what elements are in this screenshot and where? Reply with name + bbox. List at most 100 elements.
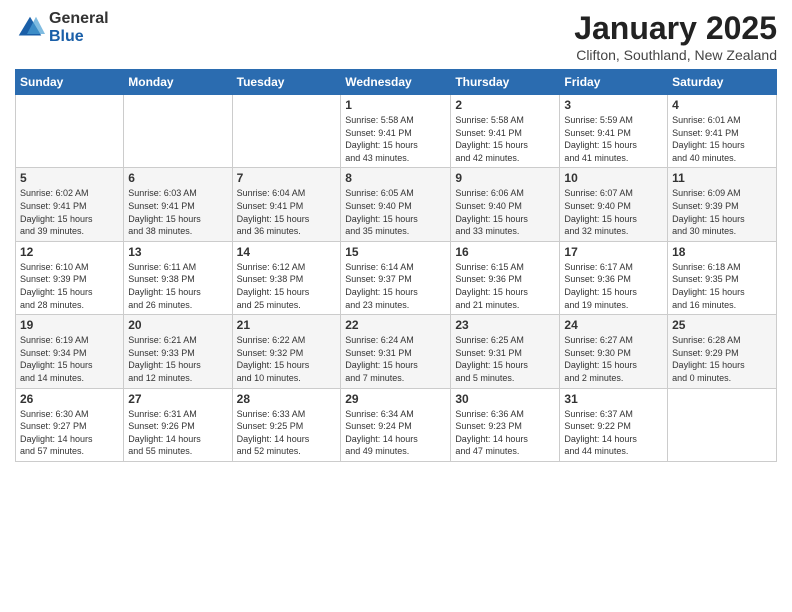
day-info: Sunrise: 6:28 AM Sunset: 9:29 PM Dayligh… (672, 334, 772, 384)
day-info: Sunrise: 6:06 AM Sunset: 9:40 PM Dayligh… (455, 187, 555, 237)
col-monday: Monday (124, 70, 232, 95)
day-info: Sunrise: 6:05 AM Sunset: 9:40 PM Dayligh… (345, 187, 446, 237)
calendar-table: Sunday Monday Tuesday Wednesday Thursday… (15, 69, 777, 462)
col-sunday: Sunday (16, 70, 124, 95)
day-number: 1 (345, 98, 446, 112)
calendar-cell: 27 Sunrise: 6:31 AM Sunset: 9:26 PM Dayli… (124, 388, 232, 461)
day-number: 20 (128, 318, 227, 332)
calendar-cell: 1 Sunrise: 5:58 AM Sunset: 9:41 PM Daylig… (341, 95, 451, 168)
day-number: 19 (20, 318, 119, 332)
day-info: Sunrise: 6:02 AM Sunset: 9:41 PM Dayligh… (20, 187, 119, 237)
day-number: 7 (237, 171, 337, 185)
day-info: Sunrise: 6:12 AM Sunset: 9:38 PM Dayligh… (237, 261, 337, 311)
calendar-cell: 31Sunrise: 6:37 AM Sunset: 9:22 PM Dayli… (560, 388, 668, 461)
calendar-cell: 7Sunrise: 6:04 AM Sunset: 9:41 PM Daylig… (232, 168, 341, 241)
day-number: 4 (672, 98, 772, 112)
day-number: 26 (20, 392, 119, 406)
logo-text: General Blue (49, 10, 109, 45)
calendar-cell: 29Sunrise: 6:34 AM Sunset: 9:24 PM Dayli… (341, 388, 451, 461)
calendar-cell: 23Sunrise: 6:25 AM Sunset: 9:31 PM Dayli… (451, 315, 560, 388)
header: General Blue January 2025 Clifton, South… (15, 10, 777, 63)
day-info: Sunrise: 6:19 AM Sunset: 9:34 PM Dayligh… (20, 334, 119, 384)
day-number: 10 (564, 171, 663, 185)
calendar-cell: 26 Sunrise: 6:30 AM Sunset: 9:27 PM Dayli… (16, 388, 124, 461)
calendar-cell: 13 Sunrise: 6:11 AM Sunset: 9:38 PM Dayli… (124, 241, 232, 314)
day-info: Sunrise: 5:58 AM Sunset: 9:41 PM Dayligh… (455, 114, 555, 164)
day-number: 25 (672, 318, 772, 332)
col-thursday: Thursday (451, 70, 560, 95)
day-number: 9 (455, 171, 555, 185)
calendar-subtitle: Clifton, Southland, New Zealand (574, 47, 777, 63)
calendar-cell: 15 Sunrise: 6:14 AM Sunset: 9:37 PM Dayli… (341, 241, 451, 314)
day-number: 30 (455, 392, 555, 406)
logo-blue-text: Blue (49, 28, 109, 46)
day-info: Sunrise: 5:59 AM Sunset: 9:41 PM Dayligh… (564, 114, 663, 164)
day-info: Sunrise: 6:22 AM Sunset: 9:32 PM Dayligh… (237, 334, 337, 384)
calendar-cell: 28 Sunrise: 6:33 AM Sunset: 9:25 PM Dayli… (232, 388, 341, 461)
header-row: Sunday Monday Tuesday Wednesday Thursday… (16, 70, 777, 95)
calendar-cell (232, 95, 341, 168)
day-info: Sunrise: 5:58 AM Sunset: 9:41 PM Dayligh… (345, 114, 446, 164)
day-number: 3 (564, 98, 663, 112)
calendar-cell (124, 95, 232, 168)
day-number: 22 (345, 318, 446, 332)
day-info: Sunrise: 6:09 AM Sunset: 9:39 PM Dayligh… (672, 187, 772, 237)
day-info: Sunrise: 6:03 AM Sunset: 9:41 PM Dayligh… (128, 187, 227, 237)
day-info: Sunrise: 6:24 AM Sunset: 9:31 PM Dayligh… (345, 334, 446, 384)
day-number: 8 (345, 171, 446, 185)
calendar-week-4: 19 Sunrise: 6:19 AM Sunset: 9:34 PM Dayli… (16, 315, 777, 388)
day-info: Sunrise: 6:11 AM Sunset: 9:38 PM Dayligh… (128, 261, 227, 311)
day-info: Sunrise: 6:07 AM Sunset: 9:40 PM Dayligh… (564, 187, 663, 237)
logo: General Blue (15, 10, 109, 45)
calendar-cell: 17 Sunrise: 6:17 AM Sunset: 9:36 PM Dayli… (560, 241, 668, 314)
day-number: 12 (20, 245, 119, 259)
calendar-cell: 18Sunrise: 6:18 AM Sunset: 9:35 PM Dayli… (668, 241, 777, 314)
day-number: 27 (128, 392, 227, 406)
calendar-cell: 5 Sunrise: 6:02 AM Sunset: 9:41 PM Daylig… (16, 168, 124, 241)
day-number: 14 (237, 245, 337, 259)
calendar-week-2: 5 Sunrise: 6:02 AM Sunset: 9:41 PM Daylig… (16, 168, 777, 241)
day-info: Sunrise: 6:33 AM Sunset: 9:25 PM Dayligh… (237, 408, 337, 458)
calendar-cell: 4 Sunrise: 6:01 AM Sunset: 9:41 PM Daylig… (668, 95, 777, 168)
day-info: Sunrise: 6:15 AM Sunset: 9:36 PM Dayligh… (455, 261, 555, 311)
day-info: Sunrise: 6:31 AM Sunset: 9:26 PM Dayligh… (128, 408, 227, 458)
day-number: 2 (455, 98, 555, 112)
day-info: Sunrise: 6:17 AM Sunset: 9:36 PM Dayligh… (564, 261, 663, 311)
calendar-week-5: 26 Sunrise: 6:30 AM Sunset: 9:27 PM Dayli… (16, 388, 777, 461)
day-number: 24 (564, 318, 663, 332)
day-info: Sunrise: 6:18 AM Sunset: 9:35 PM Dayligh… (672, 261, 772, 311)
page: General Blue January 2025 Clifton, South… (0, 0, 792, 612)
calendar-cell: 30 Sunrise: 6:36 AM Sunset: 9:23 PM Dayli… (451, 388, 560, 461)
day-number: 15 (345, 245, 446, 259)
day-number: 23 (455, 318, 555, 332)
calendar-week-1: 1 Sunrise: 5:58 AM Sunset: 9:41 PM Daylig… (16, 95, 777, 168)
calendar-cell (668, 388, 777, 461)
day-number: 16 (455, 245, 555, 259)
calendar-cell: 11Sunrise: 6:09 AM Sunset: 9:39 PM Dayli… (668, 168, 777, 241)
calendar-week-3: 12 Sunrise: 6:10 AM Sunset: 9:39 PM Dayli… (16, 241, 777, 314)
calendar-cell: 12 Sunrise: 6:10 AM Sunset: 9:39 PM Dayli… (16, 241, 124, 314)
day-number: 17 (564, 245, 663, 259)
calendar-cell: 8 Sunrise: 6:05 AM Sunset: 9:40 PM Daylig… (341, 168, 451, 241)
col-tuesday: Tuesday (232, 70, 341, 95)
day-info: Sunrise: 6:10 AM Sunset: 9:39 PM Dayligh… (20, 261, 119, 311)
day-number: 6 (128, 171, 227, 185)
calendar-cell: 25 Sunrise: 6:28 AM Sunset: 9:29 PM Dayli… (668, 315, 777, 388)
calendar-cell: 19 Sunrise: 6:19 AM Sunset: 9:34 PM Dayli… (16, 315, 124, 388)
day-number: 28 (237, 392, 337, 406)
day-info: Sunrise: 6:14 AM Sunset: 9:37 PM Dayligh… (345, 261, 446, 311)
day-number: 13 (128, 245, 227, 259)
day-number: 29 (345, 392, 446, 406)
day-info: Sunrise: 6:30 AM Sunset: 9:27 PM Dayligh… (20, 408, 119, 458)
day-number: 31 (564, 392, 663, 406)
day-number: 5 (20, 171, 119, 185)
calendar-cell: 20Sunrise: 6:21 AM Sunset: 9:33 PM Dayli… (124, 315, 232, 388)
logo-icon (15, 13, 45, 43)
title-block: January 2025 Clifton, Southland, New Zea… (574, 10, 777, 63)
day-info: Sunrise: 6:01 AM Sunset: 9:41 PM Dayligh… (672, 114, 772, 164)
col-wednesday: Wednesday (341, 70, 451, 95)
day-info: Sunrise: 6:36 AM Sunset: 9:23 PM Dayligh… (455, 408, 555, 458)
logo-general-text: General (49, 10, 109, 28)
col-saturday: Saturday (668, 70, 777, 95)
calendar-cell: 6 Sunrise: 6:03 AM Sunset: 9:41 PM Daylig… (124, 168, 232, 241)
